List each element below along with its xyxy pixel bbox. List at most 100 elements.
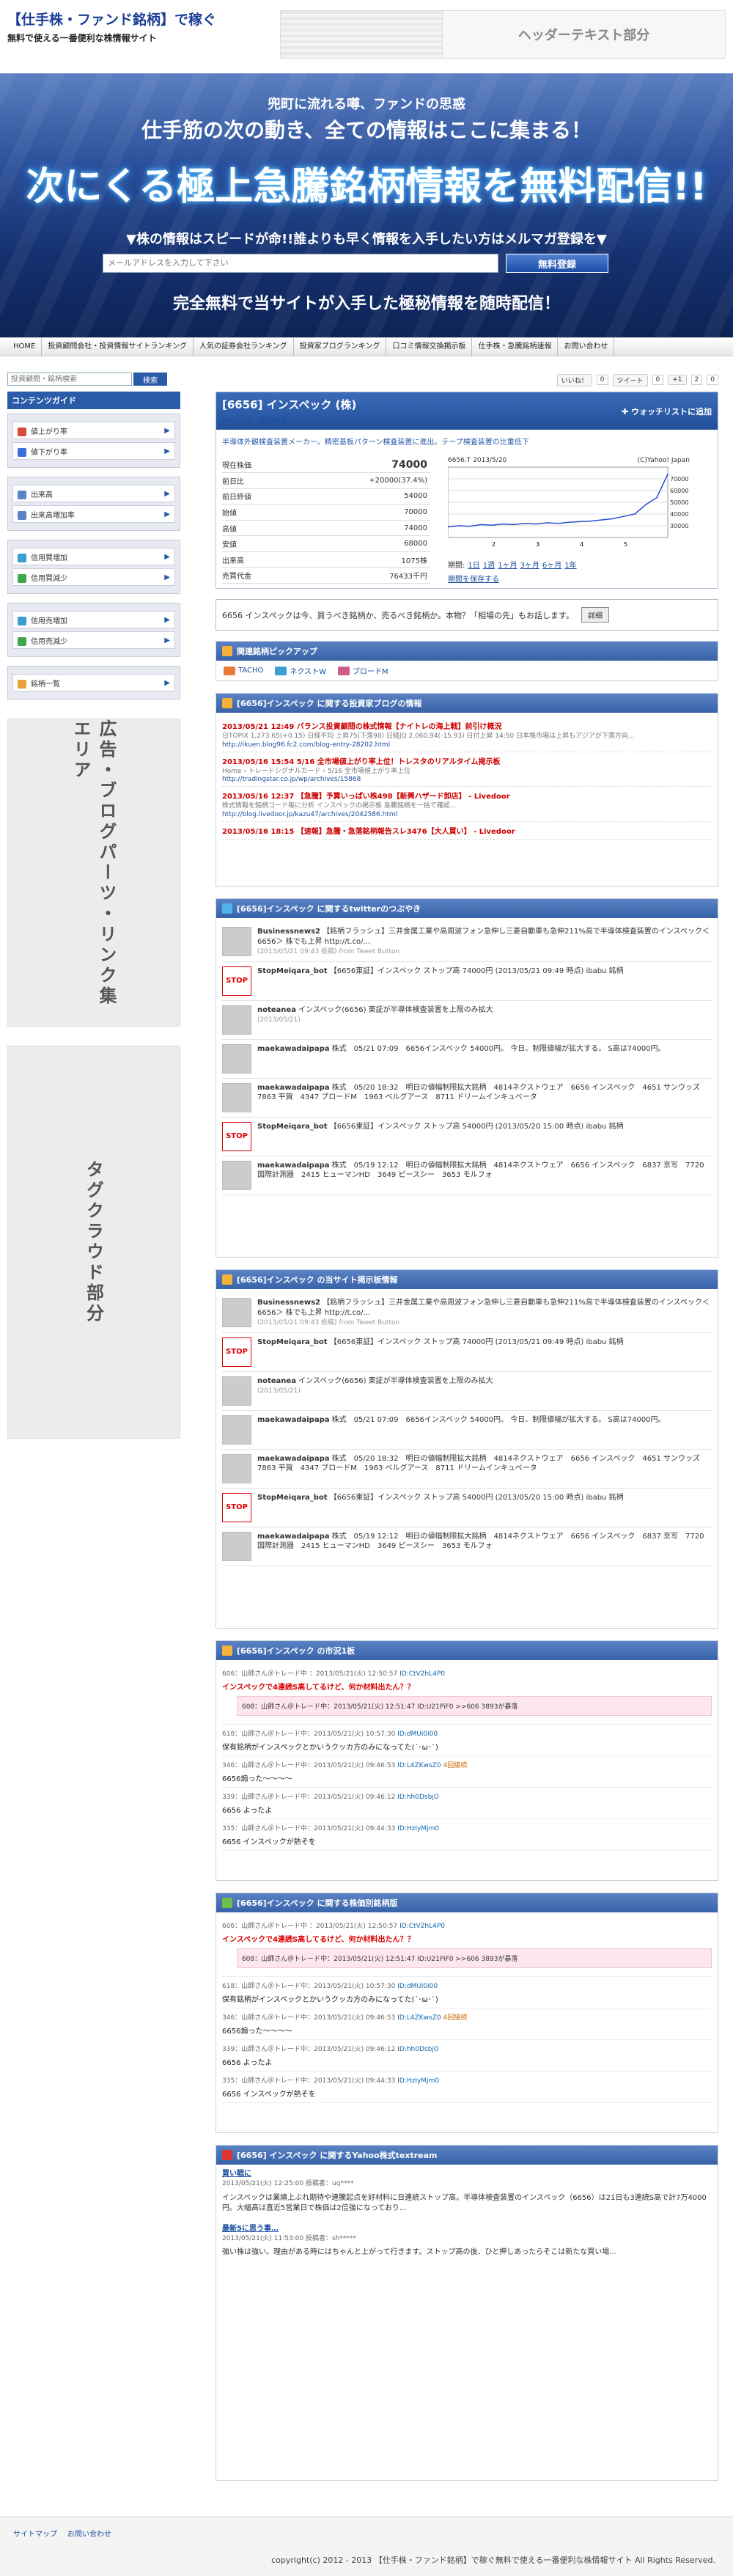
- site-logo[interactable]: 【仕手株・ファンド銘柄】で稼ぐ 無料で使える一番便利な株情報サイト: [7, 9, 271, 44]
- register-button[interactable]: 無料登録: [506, 254, 608, 273]
- nav-item[interactable]: HOME: [7, 337, 43, 356]
- pickup-item[interactable]: TACHO: [224, 665, 263, 676]
- facebook-like-button[interactable]: いいね！: [556, 373, 592, 386]
- post-id[interactable]: ID:HzIyMjm0: [397, 2077, 439, 2085]
- tweet-user[interactable]: maekawadaipapa: [257, 1533, 329, 1541]
- tweet-user[interactable]: maekawadaipapa: [257, 1045, 329, 1053]
- search-input[interactable]: [7, 373, 132, 386]
- pickup-item-link[interactable]: TACHO: [238, 667, 263, 675]
- blog-entry: 2013/05/16 12:37 【急騰】予算いっぱい株498【新興ハザード卸店…: [222, 787, 712, 823]
- avatar[interactable]: STOP: [222, 1492, 251, 1522]
- tweet-body: maekawadaipapa 株式 05/19 12:12 明日の値幅制限拡大銘…: [257, 1532, 712, 1561]
- blog-entry-title[interactable]: 2013/05/21 12:49 バランス投資顧問の株式情報【ナイトレの海上戦】…: [222, 720, 712, 731]
- blog-entry-title[interactable]: 2013/05/16 12:37 【急騰】予算いっぱい株498【新興ハザード卸店…: [222, 790, 712, 801]
- tweet-text: 【6656東証】インスペック ストップ高 54000円 (2013/05/20 …: [329, 1122, 624, 1131]
- yahoo-post-title[interactable]: 最新5に思う事…: [222, 2224, 712, 2234]
- post-id[interactable]: ID:CtV2hL4P0: [399, 1670, 445, 1678]
- avatar[interactable]: [222, 1082, 251, 1112]
- tweet-user[interactable]: StopMeiqara_bot: [257, 1494, 328, 1502]
- period-link[interactable]: 3ヶ月: [520, 559, 539, 570]
- question-detail-button[interactable]: 詳細: [581, 607, 609, 623]
- yahoo-post-title[interactable]: 買い戦に: [222, 2169, 712, 2179]
- tweet-user[interactable]: maekawadaipapa: [257, 1162, 329, 1170]
- price-row: 出来高 1075株: [222, 551, 430, 568]
- guide-item[interactable]: 銘柄一覧 ▶: [12, 674, 175, 691]
- chart-point: [458, 525, 460, 526]
- nav-item[interactable]: 人気の証券会社ランキング: [194, 337, 294, 356]
- guide-item[interactable]: 信用売増加 ▶: [12, 611, 175, 628]
- post-id[interactable]: ID:dMUi0i00: [397, 1731, 438, 1738]
- tweet-user[interactable]: StopMeiqara_bot: [257, 1338, 328, 1346]
- footer-link[interactable]: お問い合わせ: [67, 2528, 111, 2539]
- post-id[interactable]: ID:CtV2hL4P0: [399, 1923, 445, 1930]
- period-link[interactable]: 1ヶ月: [498, 559, 517, 570]
- tweet-user[interactable]: noteanea: [257, 1377, 296, 1385]
- avatar[interactable]: [222, 1531, 251, 1561]
- tweet-button[interactable]: ツイート: [612, 373, 648, 386]
- guide-item[interactable]: 信用買減少 ▶: [12, 568, 175, 586]
- period-link[interactable]: 6ヶ月: [542, 559, 561, 570]
- avatar[interactable]: STOP: [222, 1337, 251, 1367]
- nav-item[interactable]: お問い合わせ: [558, 337, 615, 356]
- blog-entry: 2013/05/16 18:15 【速報】急騰・急落銘柄報告スレ3476【大人買…: [222, 822, 712, 840]
- tweet-user[interactable]: maekawadaipapa: [257, 1416, 329, 1424]
- watchlist-add-button[interactable]: ✚ ウォッチリストに追加: [622, 406, 712, 417]
- post-id[interactable]: ID:hh0DsbjO: [397, 2046, 439, 2053]
- blog-entry-url[interactable]: http://tradingstar.co.jp/wp/archives/158…: [222, 776, 712, 783]
- email-input[interactable]: [103, 254, 498, 273]
- tweet-user[interactable]: maekawadaipapa: [257, 1455, 329, 1463]
- guide-item[interactable]: 出来高 ▶: [12, 485, 175, 502]
- footer-link[interactable]: サイトマップ: [13, 2528, 57, 2539]
- avatar[interactable]: STOP: [222, 1121, 251, 1151]
- search-button[interactable]: 検索: [133, 373, 167, 386]
- post-id[interactable]: ID:dMUi0i00: [397, 1983, 438, 1990]
- nav-item[interactable]: 投資家ブログランキング: [294, 337, 387, 356]
- board-post: 606：山師さん＠トレード中 ：2013/05/21(火) 12:50:57 I…: [222, 1665, 712, 1725]
- nav-item[interactable]: 口コミ情報交換掲示板: [386, 337, 473, 356]
- guide-item[interactable]: 出来高増加率 ▶: [12, 505, 175, 523]
- post-id[interactable]: ID:hh0DsbjO: [397, 1794, 439, 1801]
- post-header: 335：山師さん＠トレード中：2013/05/21(火) 09:44:33 ID…: [222, 2075, 712, 2085]
- avatar[interactable]: [222, 1298, 251, 1327]
- avatar[interactable]: [222, 1453, 251, 1483]
- guide-item[interactable]: 信用売減少 ▶: [12, 631, 175, 649]
- avatar[interactable]: [222, 927, 251, 956]
- tweet-user[interactable]: StopMeiqara_bot: [257, 967, 328, 975]
- avatar[interactable]: STOP: [222, 966, 251, 996]
- tweet-user[interactable]: noteanea: [257, 1006, 296, 1014]
- period-link[interactable]: 1日: [468, 559, 479, 570]
- blog-entry-url[interactable]: http://blog.livedoor.jp/kazu47/archives/…: [222, 811, 712, 818]
- save-period-link[interactable]: 期間を保存する: [448, 573, 690, 584]
- sector-link[interactable]: 電気機器: [259, 417, 288, 425]
- post-id[interactable]: ID:L4ZKwsZ0: [397, 2014, 441, 2022]
- guide-item-label-wrap: 信用買減少: [18, 572, 67, 583]
- gplus-button[interactable]: +1: [668, 375, 687, 385]
- guide-item[interactable]: 信用買増加 ▶: [12, 548, 175, 565]
- nav-item[interactable]: 投資顧問会社・投資情報サイトランキング: [42, 337, 194, 356]
- post-id[interactable]: ID:HzIyMjm0: [397, 1825, 439, 1832]
- pickup-item-link[interactable]: ネクストW: [290, 665, 326, 676]
- period-link[interactable]: 1週: [483, 559, 495, 570]
- tweet-user[interactable]: Businessnews2: [257, 1299, 320, 1307]
- avatar[interactable]: [222, 1414, 251, 1445]
- tweet-user[interactable]: StopMeiqara_bot: [257, 1123, 328, 1131]
- blog-entry-title[interactable]: 2013/05/16 18:15 【速報】急騰・急落銘柄報告スレ3476【大人買…: [222, 825, 712, 836]
- pickup-item[interactable]: ブロードM: [337, 665, 388, 676]
- avatar[interactable]: [222, 1043, 251, 1074]
- pickup-item[interactable]: ネクストW: [275, 665, 326, 676]
- avatar[interactable]: [222, 1005, 251, 1035]
- market-link[interactable]: マザーズ: [222, 417, 251, 425]
- blog-entry-url[interactable]: http://ikuen.blog96.fc2.com/blog-entry-2…: [222, 741, 712, 749]
- guide-item[interactable]: 値下がり率 ▶: [12, 442, 175, 460]
- guide-item[interactable]: 値上がり率 ▶: [12, 422, 175, 439]
- pickup-item-link[interactable]: ブロードM: [353, 665, 388, 676]
- post-id[interactable]: ID:L4ZKwsZ0: [397, 1762, 441, 1769]
- tweet-user[interactable]: maekawadaipapa: [257, 1084, 329, 1092]
- avatar[interactable]: [222, 1160, 251, 1190]
- tweet-text: 【6656東証】インスペック ストップ高 54000円 (2013/05/20 …: [329, 1493, 624, 1502]
- nav-item[interactable]: 仕手株・急騰銘柄速報: [472, 337, 559, 356]
- avatar[interactable]: [222, 1376, 251, 1406]
- tweet-user[interactable]: Businessnews2: [257, 928, 320, 936]
- period-link[interactable]: 1年: [564, 559, 576, 570]
- blog-entry-title[interactable]: 2013/05/16 15:54 5/16 全市場値上がり率上位！トレスタのリア…: [222, 755, 712, 766]
